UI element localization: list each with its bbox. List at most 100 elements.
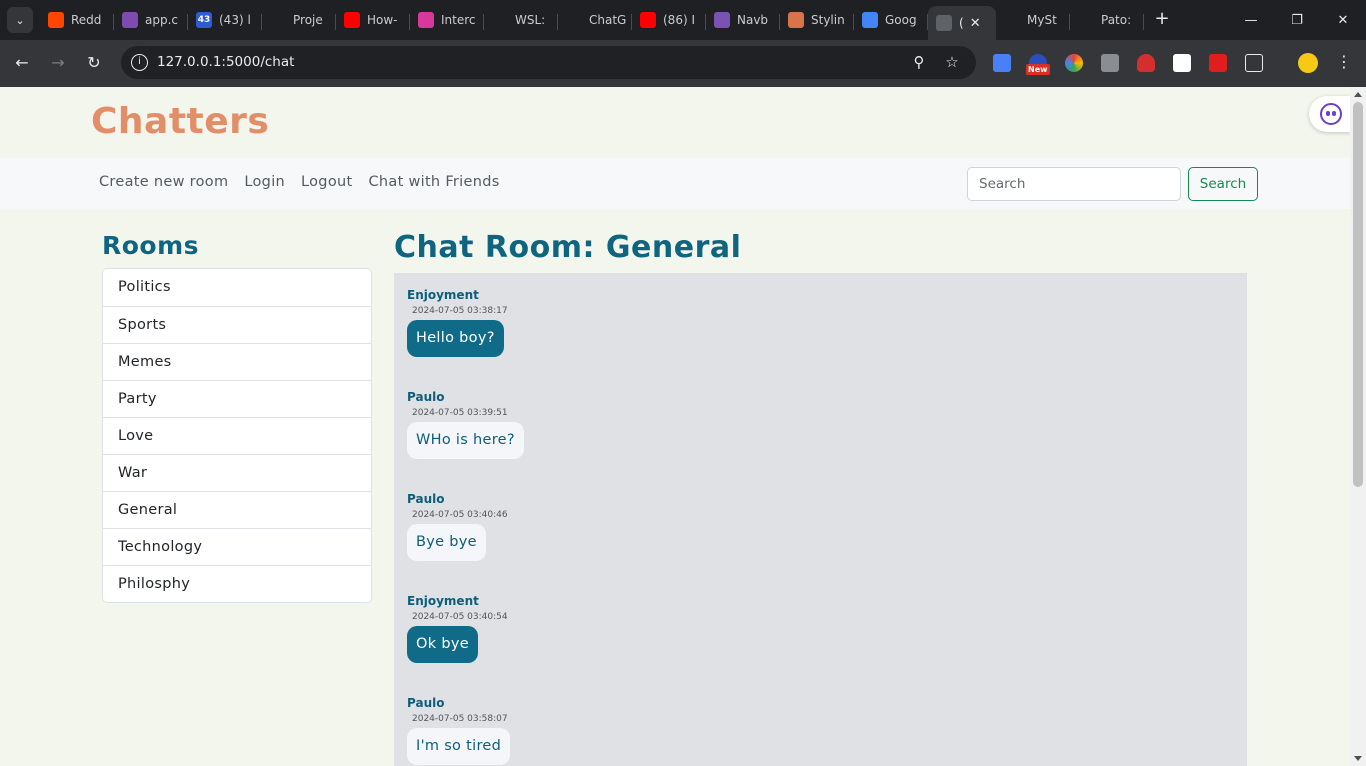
new-badge: New (1026, 64, 1050, 75)
tab-title: Redd (71, 13, 102, 27)
message-bubble: I'm so tired (407, 728, 511, 765)
room-item[interactable]: Sports (103, 306, 371, 343)
github-icon (1078, 12, 1094, 28)
chat-message: Paulo 2024-07-05 03:58:07 I'm so tired (407, 696, 511, 765)
scroll-thumb[interactable] (1353, 102, 1363, 487)
browser-tab[interactable]: (86) I (632, 6, 706, 34)
extension-docs-icon[interactable] (993, 54, 1011, 72)
back-arrow-icon[interactable]: ← (11, 52, 33, 74)
message-timestamp: 2024-07-05 03:39:51 (412, 408, 508, 418)
message-bubble: Ok bye (407, 626, 478, 663)
browser-tab[interactable]: Pato: (1070, 6, 1144, 34)
scroll-down-arrow-icon[interactable] (1354, 756, 1362, 761)
browser-tab[interactable]: MySt (996, 6, 1070, 34)
address-bar[interactable]: i 127.0.0.1:5000/chat ⚲ ☆ (121, 46, 976, 79)
room-item[interactable]: Technology (103, 528, 371, 565)
room-item[interactable]: Politics (103, 269, 371, 306)
tab-title: MySt (1027, 13, 1057, 27)
tab-title: (43) l (219, 13, 251, 27)
room-item[interactable]: General (103, 491, 371, 528)
tab-title: Navb (737, 13, 769, 27)
message-username: Enjoyment (407, 594, 479, 608)
message-username: Paulo (407, 492, 445, 506)
new-tab-plus-icon[interactable]: + (1151, 8, 1173, 30)
browser-tab[interactable]: Goog (854, 6, 928, 34)
tab-title: (86) I (663, 13, 695, 27)
browser-tab[interactable]: app.c (114, 6, 188, 34)
page-scrollbar[interactable] (1350, 87, 1366, 766)
scroll-up-arrow-icon[interactable] (1354, 92, 1362, 97)
tab-search-chevron-icon[interactable]: ⌄ (7, 7, 33, 33)
chat-room-title: Chat Room: General (394, 230, 742, 265)
browser-menu-kebab-icon[interactable]: ⋮ (1336, 52, 1352, 72)
url-text[interactable]: 127.0.0.1:5000/chat (157, 54, 294, 70)
message-timestamp: 2024-07-05 03:58:07 (412, 714, 508, 724)
message-timestamp: 2024-07-05 03:40:54 (412, 612, 508, 622)
rooms-heading: Rooms (102, 231, 200, 260)
nav-link[interactable]: Chat with Friends (360, 174, 507, 190)
profile-avatar-icon[interactable] (1298, 53, 1318, 73)
chat-messages-panel[interactable]: Enjoyment 2024-07-05 03:38:17 Hello boy? Pa… (394, 273, 1247, 766)
tab-title: Goog (885, 13, 917, 27)
assistant-face-icon (1320, 103, 1342, 125)
room-item[interactable]: Memes (103, 343, 371, 380)
nav-link[interactable]: Logout (293, 174, 360, 190)
browser-tab[interactable]: Proje (262, 6, 336, 34)
room-item[interactable]: War (103, 454, 371, 491)
browser-tab[interactable]: 43 (43) l (188, 6, 262, 34)
extension-piano-icon[interactable] (1173, 54, 1191, 72)
app-icon (122, 12, 138, 28)
tab-list: Redd app.c 43 (43) l Proje How- Interc WSL: Chat… (40, 6, 1144, 40)
assistant-widget[interactable] (1309, 96, 1350, 132)
tab-title: ( (959, 16, 964, 30)
forward-arrow-icon[interactable]: → (47, 52, 69, 74)
close-tab-icon[interactable]: ✕ (970, 16, 981, 31)
room-item[interactable]: Party (103, 380, 371, 417)
browser-toolbar: ← → ↻ i 127.0.0.1:5000/chat ⚲ ☆ (0, 40, 1366, 87)
browser-tab[interactable]: (✕ (928, 6, 996, 40)
search-input[interactable] (967, 167, 1181, 201)
extension-gray-icon[interactable] (1101, 54, 1119, 72)
search-button[interactable]: Search (1188, 167, 1258, 201)
message-bubble: Bye bye (407, 524, 486, 561)
nav-link[interactable]: Create new room (91, 174, 236, 190)
tab-title: app.c (145, 13, 178, 27)
restore-window-icon[interactable]: ❐ (1274, 0, 1320, 40)
tab-title: Interc (441, 13, 476, 27)
extension-color-icon[interactable] (1065, 54, 1083, 72)
message-username: Paulo (407, 390, 445, 404)
nav-link[interactable]: Login (236, 174, 293, 190)
chatgpt-icon (566, 12, 582, 28)
room-item[interactable]: Philosphy (103, 565, 371, 602)
tab-title: Stylin (811, 13, 845, 27)
browser-tab[interactable]: ChatG (558, 6, 632, 34)
room-item[interactable]: Love (103, 417, 371, 454)
extension-pdf-icon[interactable] (1209, 54, 1227, 72)
github-icon (1004, 12, 1020, 28)
browser-tab[interactable]: Stylin (780, 6, 854, 34)
tab-title: Pato: (1101, 13, 1132, 27)
reddit-icon (48, 12, 64, 28)
extension-ghost-icon[interactable] (1137, 54, 1155, 72)
site-brand[interactable]: Chatters (91, 101, 269, 142)
chat-message: Enjoyment 2024-07-05 03:38:17 Hello boy? (407, 288, 508, 357)
site-info-icon[interactable]: i (131, 54, 148, 71)
browser-tab[interactable]: Redd (40, 6, 114, 34)
youtube-icon (640, 12, 656, 28)
minimize-window-icon[interactable]: — (1228, 0, 1274, 40)
browser-tab[interactable]: WSL: (484, 6, 558, 34)
bootstrap-icon (714, 12, 730, 28)
browser-tab[interactable]: Interc (410, 6, 484, 34)
extensions-puzzle-icon[interactable] (1245, 54, 1263, 72)
bookmark-star-icon[interactable]: ☆ (943, 53, 961, 71)
reload-icon[interactable]: ↻ (83, 52, 105, 74)
web-page: Chatters Create new room Login Logout Chat … (0, 87, 1350, 766)
close-window-icon[interactable]: ✕ (1320, 0, 1366, 40)
chat-message: Enjoyment 2024-07-05 03:40:54 Ok bye (407, 594, 508, 663)
sparkle-icon (788, 12, 804, 28)
browser-tab[interactable]: How- (336, 6, 410, 34)
browser-tab-strip: ⌄ Redd app.c 43 (43) l Proje How- Interc WSL: Ch… (0, 0, 1366, 40)
browser-tab[interactable]: Navb (706, 6, 780, 34)
message-username: Enjoyment (407, 288, 479, 302)
zoom-magnifier-icon[interactable]: ⚲ (910, 53, 928, 71)
